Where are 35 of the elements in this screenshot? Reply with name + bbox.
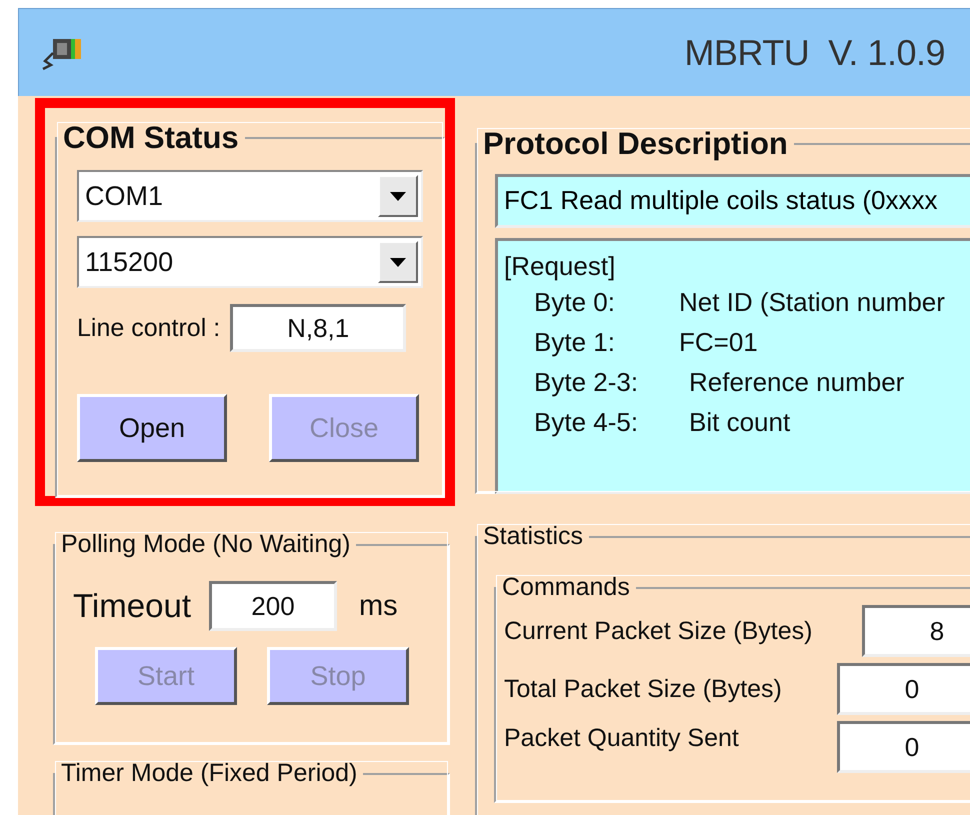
timeout-field[interactable]: 200: [208, 581, 337, 631]
open-button[interactable]: Open: [77, 394, 227, 462]
byte-label: Byte 2-3:: [534, 366, 640, 398]
group-title: Statistics: [482, 522, 584, 551]
byte-meaning: Reference number: [688, 366, 906, 398]
group-title: Commands: [501, 573, 631, 602]
dropdown-button[interactable]: [378, 175, 418, 217]
timeout-label: Timeout: [73, 587, 191, 625]
group-title: Polling Mode (No Waiting): [60, 530, 352, 559]
group-title: COM Status: [62, 120, 240, 156]
stat-field[interactable]: 0: [837, 721, 970, 773]
unit-label: ms: [358, 590, 398, 622]
down-arrow-icon: [390, 258, 406, 266]
byte-label: Byte 4-5:: [534, 406, 640, 438]
stat-field[interactable]: 8: [862, 605, 970, 657]
stat-label: Total Packet Size (Bytes): [504, 674, 783, 704]
byte-meaning: Net ID (Station number: [679, 286, 946, 318]
group-title: Timer Mode (Fixed Period): [60, 759, 358, 788]
port-dropdown[interactable]: COM1: [77, 170, 423, 222]
stat-label: Packet Quantity Sent: [504, 724, 740, 753]
stat-label: Current Packet Size (Bytes): [504, 616, 814, 646]
line-control-label: Line control :: [77, 314, 220, 342]
request-heading: [Request]: [504, 251, 616, 282]
line-control-field[interactable]: N,8,1: [230, 304, 406, 352]
byte-meaning: Bit count: [688, 406, 792, 438]
baud-dropdown[interactable]: 115200: [77, 236, 423, 288]
down-arrow-icon: [390, 192, 406, 200]
dropdown-button[interactable]: [378, 241, 418, 283]
byte-label: Byte 0:: [534, 286, 616, 318]
byte-meaning: FC=01: [679, 326, 759, 358]
group-title: Protocol Description: [482, 126, 789, 162]
window-title: MBRTU V. 1.0.9: [684, 32, 945, 74]
stat-field[interactable]: 0: [837, 663, 970, 715]
byte-label: Byte 1:: [534, 326, 616, 358]
function-field[interactable]: FC1 Read multiple coils status (0xxxx: [495, 174, 970, 228]
